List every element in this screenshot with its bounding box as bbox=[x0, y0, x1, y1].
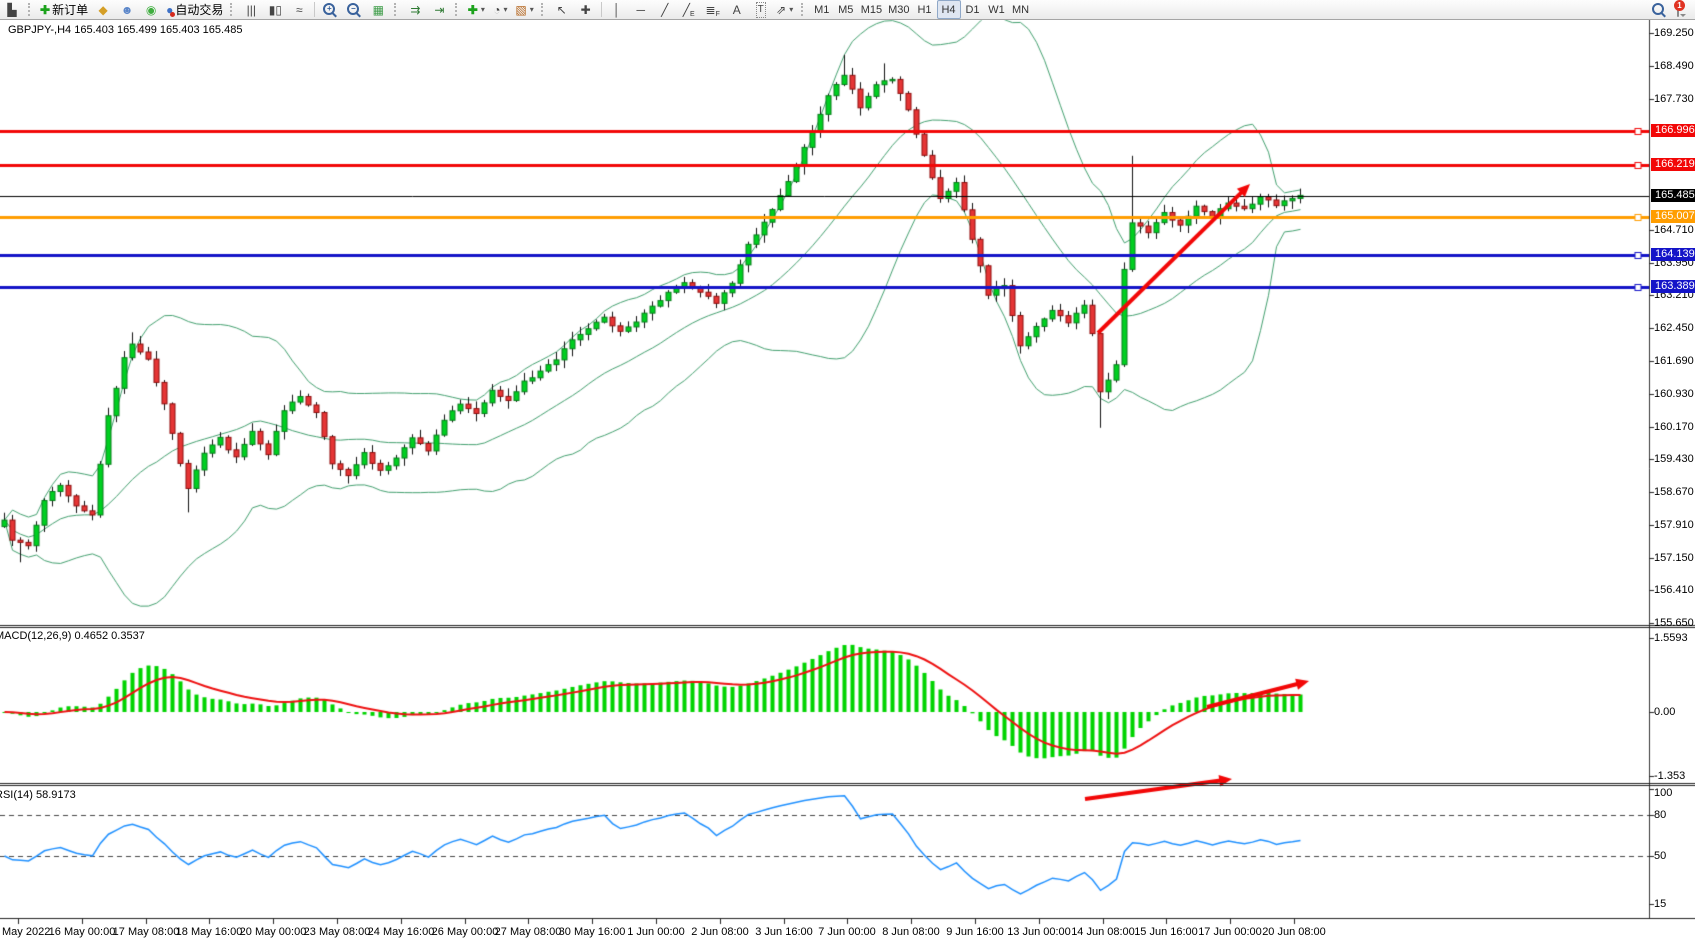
new-order-button-label: 新订单 bbox=[52, 1, 88, 18]
toolbar: ▙✚新订单◆☻◉●自动交易|||▮▯≈+−▦⇉⇥✚▾◔▾▧▾↖✚│─╱╱E≣FA… bbox=[0, 0, 1695, 20]
auto-scroll-button[interactable]: ⇉ bbox=[403, 0, 427, 19]
toolbar-drag-handle[interactable] bbox=[801, 3, 806, 16]
timeframe-m5-button-label: M5 bbox=[838, 4, 853, 16]
tile-windows-icon: ▦ bbox=[373, 3, 384, 17]
price-chart-canvas[interactable] bbox=[0, 0, 1695, 943]
timeframe-m30-button-label: M30 bbox=[888, 4, 909, 16]
timeframe-d1-button-label: D1 bbox=[965, 4, 979, 16]
auto-scroll-icon: ⇉ bbox=[410, 3, 420, 17]
autotrade-button-label: 自动交易 bbox=[175, 1, 223, 18]
channel-sub-icon: E bbox=[690, 11, 695, 18]
templates-button[interactable]: ▧▾ bbox=[512, 0, 536, 19]
notification-badge: 1 bbox=[1674, 0, 1685, 11]
trendline-button[interactable]: ╱ bbox=[653, 0, 677, 19]
channel-icon: ╱ bbox=[683, 3, 690, 17]
periods-button-caret[interactable]: ▾ bbox=[503, 5, 507, 14]
line-chart-button[interactable]: ≈ bbox=[287, 0, 311, 19]
text-icon: A bbox=[733, 3, 741, 17]
candlestick-icon: ▮▯ bbox=[269, 3, 282, 17]
fibonacci-icon: ≣ bbox=[706, 3, 716, 17]
arrows-icon: ⇗ bbox=[776, 3, 786, 17]
autotrade-icon: ● bbox=[166, 3, 173, 17]
bar-chart-icon: ||| bbox=[247, 3, 256, 17]
timeframe-h1-button-label: H1 bbox=[917, 4, 931, 16]
zoom-in-button[interactable]: + bbox=[318, 0, 342, 19]
profiles-button[interactable]: ☻ bbox=[115, 0, 139, 19]
new-order-icon: ✚ bbox=[40, 3, 50, 17]
signals-button[interactable]: ◉ bbox=[139, 0, 163, 19]
tile-windows-button[interactable]: ▦ bbox=[366, 0, 390, 19]
zoom-in-icon: + bbox=[323, 3, 335, 15]
templates-icon: ▧ bbox=[515, 3, 526, 17]
fibonacci-button[interactable]: ≣F bbox=[701, 0, 725, 19]
timeframe-h4-button-label: H4 bbox=[941, 4, 955, 16]
timeframe-w1-button-label: W1 bbox=[988, 4, 1005, 16]
timeframe-m1-button-label: M1 bbox=[814, 4, 829, 16]
horizontal-line-button[interactable]: ─ bbox=[629, 0, 653, 19]
timeframe-d1-button[interactable]: D1 bbox=[961, 0, 985, 19]
line-chart-icon: ≈ bbox=[296, 3, 303, 17]
search-icon bbox=[1652, 3, 1664, 15]
fibonacci-sub-icon: F bbox=[716, 11, 720, 18]
timeframe-m1-button[interactable]: M1 bbox=[810, 0, 834, 19]
search-button[interactable] bbox=[1647, 0, 1671, 19]
text-button[interactable]: A bbox=[725, 0, 749, 19]
text-label-button[interactable]: T bbox=[749, 0, 773, 19]
timeframe-h4-button[interactable]: H4 bbox=[937, 0, 961, 19]
bar-chart-button[interactable]: ||| bbox=[239, 0, 263, 19]
chart-shift-icon: ⇥ bbox=[434, 3, 444, 17]
styles-button[interactable]: ◆ bbox=[91, 0, 115, 19]
indicators-button[interactable]: ✚▾ bbox=[464, 0, 488, 19]
equidistant-channel-button[interactable]: ╱E bbox=[677, 0, 701, 19]
indicators-button-caret[interactable]: ▾ bbox=[481, 5, 485, 14]
notifications-button[interactable]: 1 bbox=[1671, 0, 1695, 19]
timeframe-w1-button[interactable]: W1 bbox=[985, 0, 1009, 19]
zoom-out-button[interactable]: − bbox=[342, 0, 366, 19]
toolbar-separator bbox=[314, 2, 315, 17]
cursor-button[interactable]: ↖ bbox=[550, 0, 574, 19]
trendline-icon: ╱ bbox=[661, 3, 668, 17]
toolbar-clipped-icon: ▙ bbox=[7, 3, 16, 17]
arrows-button[interactable]: ⇗▾ bbox=[773, 0, 797, 19]
text-label-icon: T bbox=[756, 2, 766, 18]
vertical-line-button[interactable]: │ bbox=[605, 0, 629, 19]
toolbar-drag-handle[interactable] bbox=[230, 3, 235, 16]
timeframe-m5-button[interactable]: M5 bbox=[834, 0, 858, 19]
templates-button-caret[interactable]: ▾ bbox=[530, 5, 534, 14]
styles-icon: ◆ bbox=[98, 3, 107, 17]
candlestick-chart-button[interactable]: ▮▯ bbox=[263, 0, 287, 19]
timeframe-mn-button-label: MN bbox=[1012, 4, 1029, 16]
vertical-line-icon: │ bbox=[613, 3, 621, 17]
timeframe-h1-button[interactable]: H1 bbox=[913, 0, 937, 19]
horizontal-line-icon: ─ bbox=[636, 3, 645, 17]
toolbar-separator bbox=[601, 2, 602, 17]
chart-shift-button[interactable]: ⇥ bbox=[427, 0, 451, 19]
cursor-icon: ↖ bbox=[557, 3, 567, 17]
signals-icon: ◉ bbox=[146, 3, 156, 17]
arrows-button-caret[interactable]: ▾ bbox=[789, 5, 793, 14]
toolbar-drag-handle[interactable] bbox=[455, 3, 460, 16]
timeframe-m30-button[interactable]: M30 bbox=[885, 0, 912, 19]
magnifier-plus-sign: + bbox=[327, 5, 332, 13]
terminal-window: ▙✚新订单◆☻◉●自动交易|||▮▯≈+−▦⇉⇥✚▾◔▾▧▾↖✚│─╱╱E≣FA… bbox=[0, 0, 1695, 943]
timeframe-m15-button[interactable]: M15 bbox=[858, 0, 885, 19]
magnifier-minus-sign: − bbox=[351, 5, 356, 13]
toolbar-drag-handle[interactable] bbox=[394, 3, 399, 16]
profiles-icon: ☻ bbox=[121, 3, 134, 17]
periods-button[interactable]: ◔▾ bbox=[488, 0, 512, 19]
periods-icon: ◔ bbox=[493, 3, 500, 17]
timeframe-m15-button-label: M15 bbox=[861, 4, 882, 16]
crosshair-button[interactable]: ✚ bbox=[574, 0, 598, 19]
toolbar-drag-handle[interactable] bbox=[28, 3, 33, 16]
new-order-button[interactable]: ✚新订单 bbox=[37, 0, 91, 19]
toolbar-clipped-icon: ▙ bbox=[0, 0, 24, 19]
timeframe-mn-button[interactable]: MN bbox=[1009, 0, 1033, 19]
indicators-icon: ✚ bbox=[468, 3, 478, 17]
chat-bubble-icon: 1 bbox=[1677, 4, 1679, 16]
crosshair-icon: ✚ bbox=[581, 3, 591, 17]
zoom-out-icon: − bbox=[347, 3, 359, 15]
toolbar-drag-handle[interactable] bbox=[541, 3, 546, 16]
autotrade-button[interactable]: ●自动交易 bbox=[163, 0, 226, 19]
